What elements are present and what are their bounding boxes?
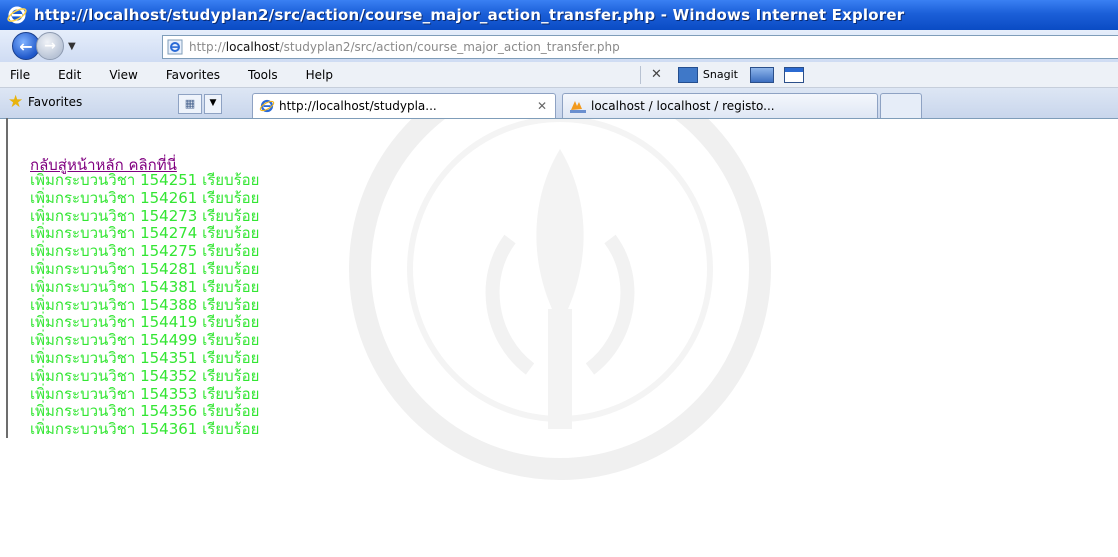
status-line: เพิ่มกระบวนวิชา 154361 เรียบร้อย xyxy=(30,420,260,439)
tab-list-dropdown-icon[interactable]: ▼ xyxy=(204,94,222,114)
internet-explorer-icon xyxy=(7,6,27,24)
window-title: http://localhost/studyplan2/src/action/c… xyxy=(34,6,905,24)
tab-active-label: http://localhost/studypla... xyxy=(279,99,437,113)
url-host: localhost xyxy=(225,40,280,54)
forward-button[interactable]: → xyxy=(36,32,64,60)
status-line: เพิ่มกระบวนวิชา 154281 เรียบร้อย xyxy=(30,259,260,278)
status-line: เพิ่มกระบวนวิชา 154273 เรียบร้อย xyxy=(30,206,260,225)
status-line: เพิ่มกระบวนวิชา 154251 เรียบร้อย xyxy=(30,171,260,189)
address-url[interactable]: http://localhost/studyplan2/src/action/c… xyxy=(189,40,620,54)
snagit-window-icon[interactable] xyxy=(783,66,804,83)
university-seal-watermark xyxy=(349,119,771,480)
status-line: เพิ่มกระบวนวิชา 154388 เรียบร้อย xyxy=(30,295,260,314)
status-line: เพิ่มกระบวนวิชา 154261 เรียบร้อย xyxy=(30,188,260,207)
menu-edit[interactable]: Edit xyxy=(58,68,81,82)
page-icon xyxy=(167,39,183,55)
status-message-list: เพิ่มกระบวนวิชา 154251 เรียบร้อย เพิ่มกร… xyxy=(30,171,260,439)
phpmyadmin-icon xyxy=(570,101,586,113)
status-line: เพิ่มกระบวนวิชา 154275 เรียบร้อย xyxy=(30,242,260,261)
snagit-toolbar: ✕ Snagit xyxy=(640,62,804,87)
navigation-bar: ← → ▼ http://localhost/studyplan2/src/ac… xyxy=(0,30,1118,62)
internet-explorer-icon xyxy=(259,99,275,113)
recent-pages-dropdown-icon[interactable]: ▼ xyxy=(68,41,76,52)
status-line: เพิ่มกระบวนวิชา 154419 เรียบร้อย xyxy=(30,313,260,332)
toolbar-divider xyxy=(640,65,641,84)
url-prefix: http:// xyxy=(189,40,226,54)
menu-tools[interactable]: Tools xyxy=(248,68,278,82)
status-line: เพิ่มกระบวนวิชา 154381 เรียบร้อย xyxy=(30,277,260,296)
tab-active[interactable]: http://localhost/studypla... ✕ xyxy=(252,93,556,118)
status-line: เพิ่มกระบวนวิชา 154356 เรียบร้อย xyxy=(30,402,260,421)
favorites-button[interactable]: Favorites xyxy=(28,95,82,109)
status-line: เพิ่มกระบวนวิชา 154352 เรียบร้อย xyxy=(30,366,260,385)
snagit-button-label[interactable]: Snagit xyxy=(703,68,738,81)
menu-help[interactable]: Help xyxy=(306,68,333,82)
close-toolbar-icon[interactable]: ✕ xyxy=(651,67,662,82)
quick-tabs-icon[interactable]: ▦ xyxy=(178,94,202,114)
address-bar[interactable]: http://localhost/studyplan2/src/action/c… xyxy=(162,35,1118,59)
forward-arrow-icon: → xyxy=(44,38,56,54)
snagit-capture-icon[interactable] xyxy=(749,66,774,83)
status-line: เพิ่มกระบวนวิชา 154274 เรียบร้อย xyxy=(30,224,260,243)
new-tab-button[interactable] xyxy=(880,93,922,118)
menu-bar: File Edit View Favorites Tools Help ✕ Sn… xyxy=(0,62,1118,88)
status-line: เพิ่มกระบวนวิชา 154499 เรียบร้อย xyxy=(30,331,260,350)
menu-favorites[interactable]: Favorites xyxy=(166,68,220,82)
status-line: เพิ่มกระบวนวิชา 154353 เรียบร้อย xyxy=(30,384,260,403)
tab-bar: ★ Favorites ▦ ▼ http://localhost/studypl… xyxy=(0,88,1118,118)
menu-file[interactable]: File xyxy=(10,68,30,82)
snagit-icon[interactable] xyxy=(677,66,698,83)
window-title-bar[interactable]: http://localhost/studyplan2/src/action/c… xyxy=(0,0,1118,30)
close-tab-icon[interactable]: ✕ xyxy=(537,99,547,113)
url-path: /studyplan2/src/action/course_major_acti… xyxy=(279,40,620,54)
content-left-border xyxy=(6,118,8,438)
tab-phpmyadmin[interactable]: localhost / localhost / registo... xyxy=(562,93,878,118)
favorites-star-icon[interactable]: ★ xyxy=(8,94,24,111)
status-line: เพิ่มกระบวนวิชา 154351 เรียบร้อย xyxy=(30,348,260,367)
page-content: กลับสู่หน้าหลัก คลิกที่นี่ เพิ่มกระบวนวิ… xyxy=(0,118,1118,480)
menu-view[interactable]: View xyxy=(109,68,137,82)
back-arrow-icon: ← xyxy=(19,36,33,56)
tab-phpmyadmin-label: localhost / localhost / registo... xyxy=(591,99,775,113)
